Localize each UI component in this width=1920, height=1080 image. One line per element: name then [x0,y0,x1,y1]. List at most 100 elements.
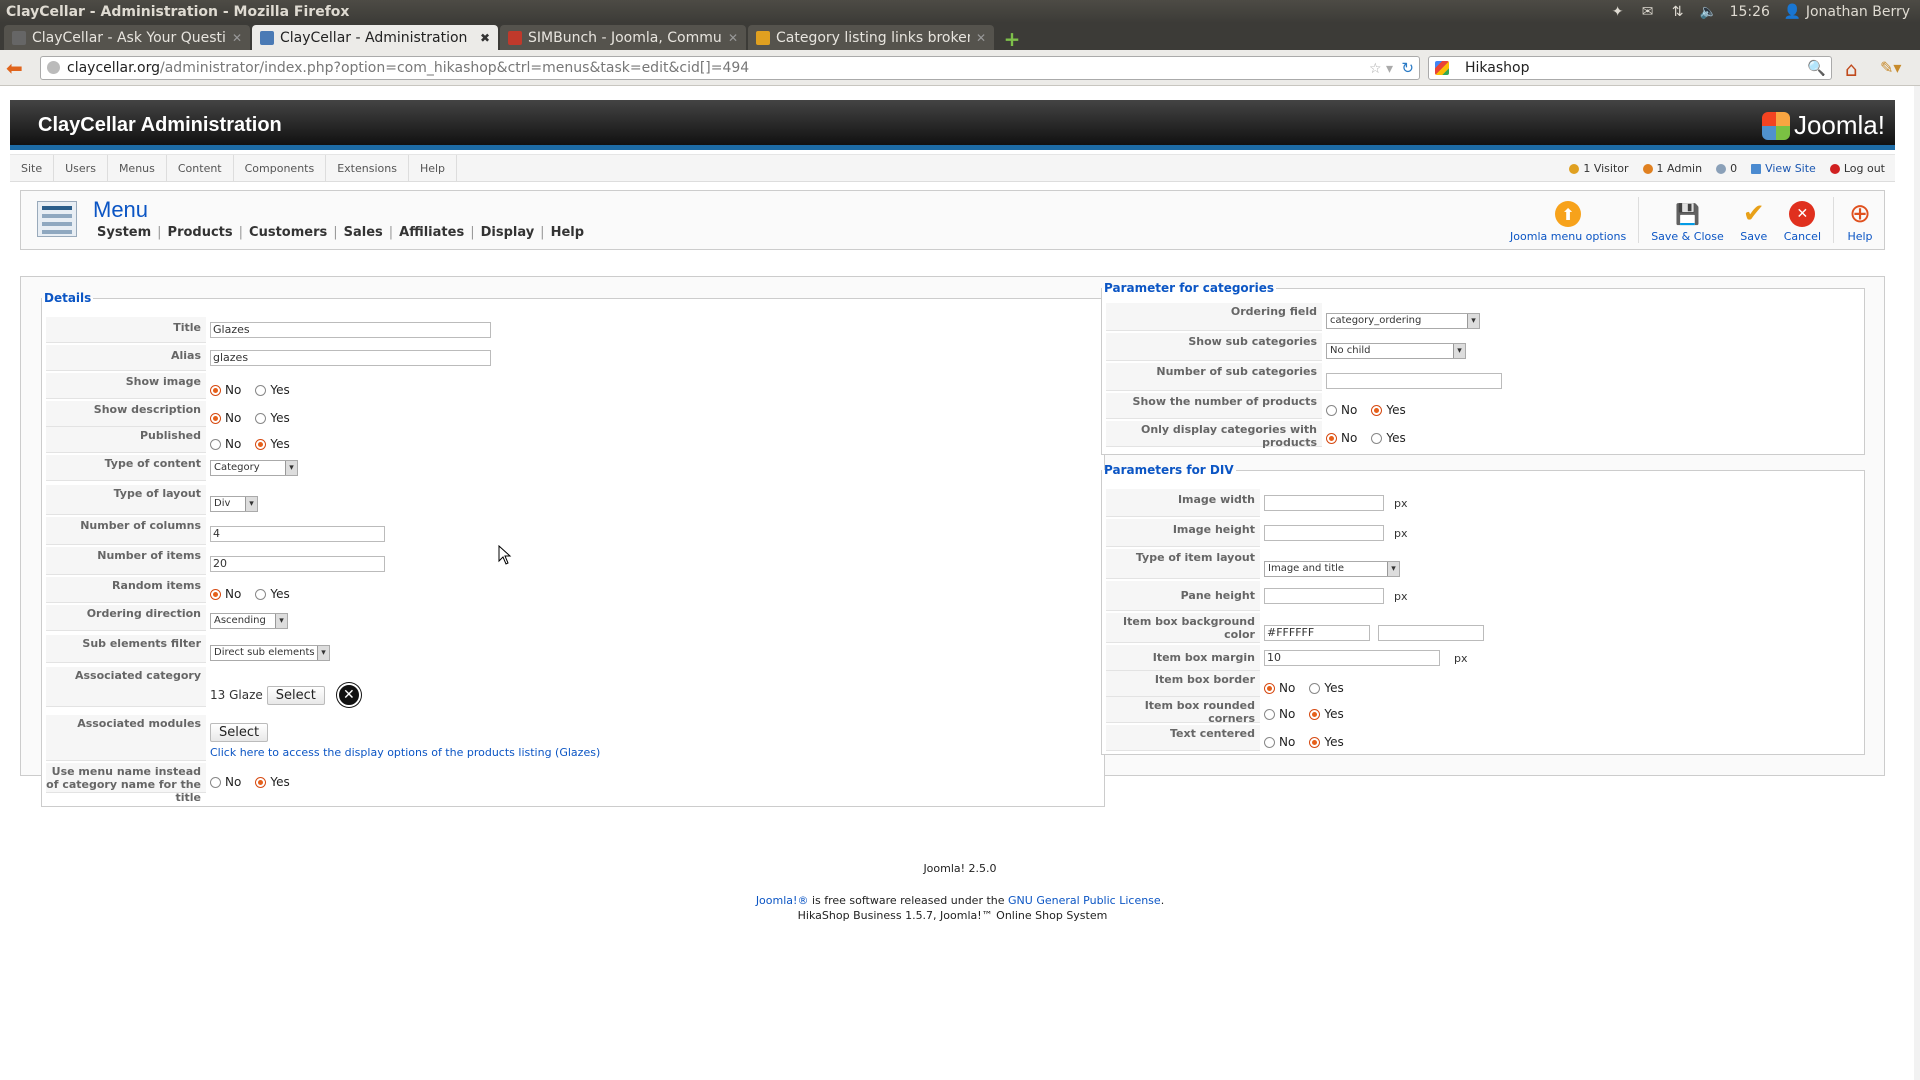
browser-tab[interactable]: Category listing links broken ✕ [748,25,994,50]
submenu-affiliates[interactable]: Affiliates [399,225,464,240]
browser-tab[interactable]: ClayCellar - Ask Your Question ✕ [4,25,250,50]
mail-icon[interactable]: ✉ [1640,4,1656,20]
border-yes-radio[interactable] [1309,682,1321,694]
alias-input[interactable]: glazes [210,350,491,366]
user-menu[interactable]: 👤 Jonathan Berry [1784,4,1910,20]
submenu-help[interactable]: Help [551,225,584,240]
cancel-button[interactable]: ✕ Cancel [1780,197,1825,243]
hikashop-version-link[interactable]: HikaShop Business 1.5.7, Joomla!™ Online… [21,909,1884,922]
published-yes-radio[interactable] [255,438,267,450]
tab-close-icon[interactable]: ✕ [976,31,986,45]
addon-icon[interactable]: ✎▾ [1880,58,1901,77]
url-bar[interactable]: claycellar.org/administrator/index.php?o… [40,56,1420,80]
google-engine-icon[interactable] [1435,61,1449,75]
show-description-yes-radio[interactable] [255,412,267,424]
save-close-button[interactable]: 💾 Save & Close [1647,197,1728,243]
help-button[interactable]: ⊕ Help [1842,197,1878,243]
only-display-yes-radio[interactable] [1371,432,1383,444]
num-columns-input[interactable]: 4 [210,526,385,542]
centered-no-radio[interactable] [1264,736,1275,748]
search-icon[interactable]: 🔍 [1807,57,1826,79]
submenu-system[interactable]: System [97,225,151,240]
use-menu-name-yes-radio[interactable] [255,776,267,788]
menu-item-extensions[interactable]: Extensions [326,155,409,181]
bookmark-star-icon[interactable]: ☆ ▾ [1369,58,1393,80]
clock[interactable]: 15:26 [1730,4,1770,20]
dropbox-icon[interactable]: ✦ [1610,4,1626,20]
gpl-link[interactable]: GNU General Public License [1008,894,1161,907]
menu-item-users[interactable]: Users [54,155,108,181]
network-icon[interactable]: ⇅ [1670,4,1686,20]
num-sub-input[interactable] [1326,373,1502,389]
view-site-link[interactable]: View Site [1751,155,1816,182]
reload-icon[interactable]: ↻ [1401,57,1414,79]
license-text: is free software released under the [808,894,1009,907]
admins-count: 1 Admin [1656,162,1703,175]
remove-category-icon[interactable]: ✕ [336,683,361,707]
type-layout-select[interactable]: Div [210,496,258,512]
pane-height-input[interactable] [1264,588,1384,604]
show-num-products-yes-radio[interactable] [1371,404,1383,416]
tab-close-icon[interactable]: ✕ [232,31,242,45]
category-select-button[interactable]: Select [266,685,325,705]
submenu-display[interactable]: Display [481,225,535,240]
sub-filter-select[interactable]: Direct sub elements [210,645,330,661]
admin-menubar: Site Users Menus Content Components Exte… [10,154,1895,182]
browser-tab[interactable]: SIMBunch - Joomla, Commu... ✕ [500,25,746,50]
show-num-products-no-radio[interactable] [1326,404,1337,416]
save-button[interactable]: ✔ Save [1736,197,1772,243]
rounded-yes-radio[interactable] [1309,708,1321,720]
volume-icon[interactable]: 🔈 [1700,4,1717,20]
published-no-radio[interactable] [210,438,221,450]
menu-item-content[interactable]: Content [167,155,234,181]
margin-input[interactable]: 10 [1264,650,1440,666]
use-menu-name-no-radio[interactable] [210,776,221,788]
site-identity-icon[interactable] [47,61,60,74]
joomla-link[interactable]: Joomla!® [756,894,809,907]
menu-options-label: Joomla menu options [1510,230,1627,243]
bg-color-input[interactable]: #FFFFFF [1264,625,1370,641]
image-width-input[interactable] [1264,495,1384,511]
ordering-direction-select[interactable]: Ascending [210,613,288,629]
show-description-no-radio[interactable] [210,412,221,424]
random-items-yes-radio[interactable] [255,588,267,600]
logout-link[interactable]: Log out [1829,155,1885,182]
rounded-no-radio[interactable] [1264,708,1275,720]
sub-filter-label: Sub elements filter [46,635,206,663]
menu-item-site[interactable]: Site [10,155,55,181]
px-unit: px [1454,651,1468,665]
search-bar[interactable]: Hikashop 🔍 [1428,56,1832,80]
random-items-no-radio[interactable] [210,588,221,600]
menu-item-help[interactable]: Help [409,155,458,181]
title-input[interactable]: Glazes [210,322,491,338]
ordering-field-select[interactable]: category_ordering [1326,313,1480,329]
menu-item-components[interactable]: Components [234,155,327,181]
back-arrow-icon[interactable]: ⬅ [6,58,23,78]
show-image-no-radio[interactable] [210,384,221,396]
show-image-yes-radio[interactable] [255,384,267,396]
show-sub-select[interactable]: No child [1326,343,1466,359]
messages-status[interactable]: 0 [1716,155,1737,182]
type-content-select[interactable]: Category [210,460,298,476]
browser-tab-active[interactable]: ClayCellar - Administration ✖ [252,25,498,50]
modules-select-button[interactable]: Select [210,723,269,742]
submenu-sales[interactable]: Sales [344,225,383,240]
centered-yes-radio[interactable] [1309,736,1321,748]
submenu-products[interactable]: Products [168,225,233,240]
home-icon[interactable]: ⌂ [1845,57,1858,81]
joomla-menu-options-button[interactable]: ⬆ Joomla menu options [1506,197,1630,243]
display-options-link[interactable]: Click here to access the display options… [210,746,600,759]
only-display-no-radio[interactable] [1326,432,1337,444]
page-scrollbar[interactable] [1914,86,1920,1080]
border-no-radio[interactable] [1264,682,1275,694]
tab-close-icon[interactable]: ✕ [728,31,738,45]
centered-label: Text centered [1106,725,1260,751]
num-items-input[interactable]: 20 [210,556,385,572]
menu-item-menus[interactable]: Menus [108,155,167,181]
image-height-input[interactable] [1264,525,1384,541]
new-tab-plus-icon[interactable]: + [1000,27,1024,51]
tab-close-icon[interactable]: ✖ [480,31,490,45]
bg-color-swatch[interactable] [1378,625,1484,641]
item-layout-select[interactable]: Image and title [1264,561,1400,577]
submenu-customers[interactable]: Customers [249,225,327,240]
